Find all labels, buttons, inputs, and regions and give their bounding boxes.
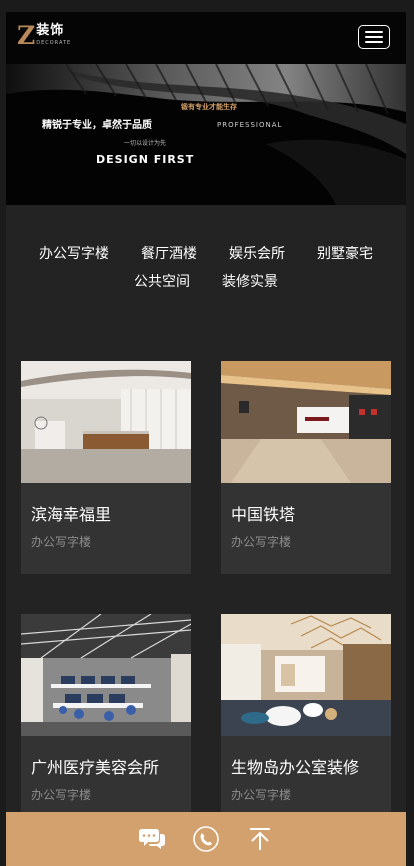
logo-subtitle: DECORATE	[36, 40, 72, 46]
project-card[interactable]: 生物岛办公室装修 办公写字楼	[221, 614, 391, 827]
project-category: 办公写字楼	[231, 788, 292, 802]
category-restaurant[interactable]: 餐厅酒楼	[141, 245, 197, 263]
phone-icon[interactable]	[192, 825, 220, 853]
project-title: 中国铁塔	[231, 505, 296, 524]
project-card[interactable]: 广州医疗美容会所 办公写字楼	[21, 614, 191, 827]
category-row: 办公写字楼 餐厅酒楼 娱乐会所 别墅豪宅	[6, 245, 406, 263]
logo-letter: Z	[17, 21, 36, 50]
project-category: 办公写字楼	[231, 535, 292, 549]
hero-banner[interactable]: 锻有专业才能生存 精锐于专业，卓然于品质 PROFESSIONAL 一切以设计为…	[6, 64, 406, 205]
menu-line	[365, 31, 383, 33]
category-villa[interactable]: 别墅豪宅	[317, 245, 373, 263]
banner-tagline: 锻有专业才能生存	[181, 103, 237, 111]
category-entertainment[interactable]: 娱乐会所	[229, 245, 285, 263]
project-title: 生物岛办公室装修	[231, 758, 360, 777]
logo-text: 装饰 DECORATE	[36, 23, 72, 47]
back-to-top-icon[interactable]	[246, 825, 274, 853]
site-header: Z 装饰 DECORATE	[6, 12, 406, 64]
hamburger-menu-icon[interactable]	[358, 25, 390, 49]
project-title: 滨海幸福里	[31, 505, 112, 524]
project-category: 办公写字楼	[31, 535, 92, 549]
category-row: 公共空间 装修实景	[6, 273, 406, 291]
category-public-space[interactable]: 公共空间	[134, 273, 190, 291]
bottom-action-bar	[6, 812, 406, 866]
chat-icon[interactable]	[138, 825, 166, 853]
project-image	[221, 614, 391, 736]
category-office[interactable]: 办公写字楼	[39, 245, 109, 263]
category-nav: 办公写字楼 餐厅酒楼 娱乐会所 别墅豪宅 公共空间 装修实景	[6, 245, 406, 301]
project-image	[21, 361, 191, 483]
project-card[interactable]: 滨海幸福里 办公写字楼	[21, 361, 191, 574]
banner-background	[6, 64, 406, 205]
logo-name: 装饰	[36, 23, 65, 38]
menu-line	[365, 36, 383, 38]
project-category: 办公写字楼	[31, 788, 92, 802]
menu-line	[365, 41, 383, 43]
banner-title: DESIGN FIRST	[96, 153, 195, 166]
project-card[interactable]: 中国铁塔 办公写字楼	[221, 361, 391, 574]
main-content: 办公写字楼 餐厅酒楼 娱乐会所 别墅豪宅 公共空间 装修实景 滨海幸福里 办公写…	[6, 205, 406, 866]
project-image	[21, 614, 191, 736]
banner-professional: PROFESSIONAL	[217, 121, 283, 129]
category-real-scene[interactable]: 装修实景	[222, 273, 278, 291]
project-image	[221, 361, 391, 483]
logo[interactable]: Z 装饰 DECORATE	[17, 21, 72, 50]
banner-slogan: 精锐于专业，卓然于品质	[42, 120, 152, 131]
banner-small-text: 一切以设计为先	[124, 140, 167, 147]
project-title: 广州医疗美容会所	[31, 758, 160, 777]
